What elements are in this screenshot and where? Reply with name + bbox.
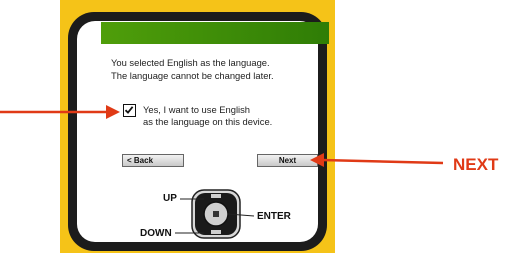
enter-key-label: ENTER (257, 211, 291, 222)
next-pointer-arrow (310, 153, 444, 167)
annotation-overlay (0, 105, 444, 239)
navigation-keypad (175, 189, 255, 239)
down-key[interactable] (211, 230, 221, 234)
up-key-label: UP (163, 193, 177, 204)
down-key-label: DOWN (140, 228, 172, 239)
up-key[interactable] (211, 194, 221, 198)
enter-key-icon (213, 211, 219, 217)
next-callout-label: NEXT (453, 155, 499, 174)
checkbox-pointer-arrow (0, 105, 120, 119)
